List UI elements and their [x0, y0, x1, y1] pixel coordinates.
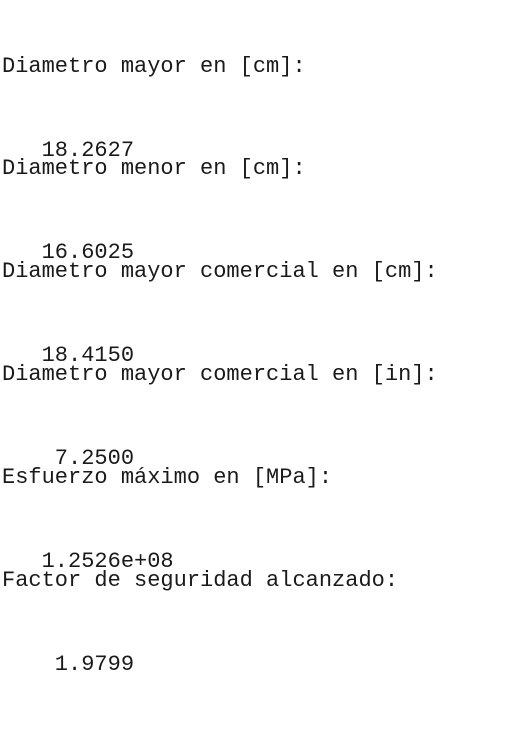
- output-label: Diametro mayor en [cm]:: [2, 54, 306, 79]
- output-label: Diametro mayor comercial en [cm]:: [2, 259, 438, 284]
- output-value: 1.9799: [2, 652, 135, 677]
- output-label: Diametro menor en [cm]:: [2, 156, 306, 181]
- output-block-factor-seguridad: Factor de seguridad alcanzado: 1.9799: [2, 514, 524, 732]
- output-label: Esfuerzo máximo en [MPa]:: [2, 465, 333, 490]
- console-output: Diametro mayor en [cm]: 18.2627 Diametro…: [2, 0, 524, 677]
- output-label: Factor de seguridad alcanzado:: [2, 568, 399, 593]
- output-label: Diametro mayor comercial en [in]:: [2, 362, 438, 387]
